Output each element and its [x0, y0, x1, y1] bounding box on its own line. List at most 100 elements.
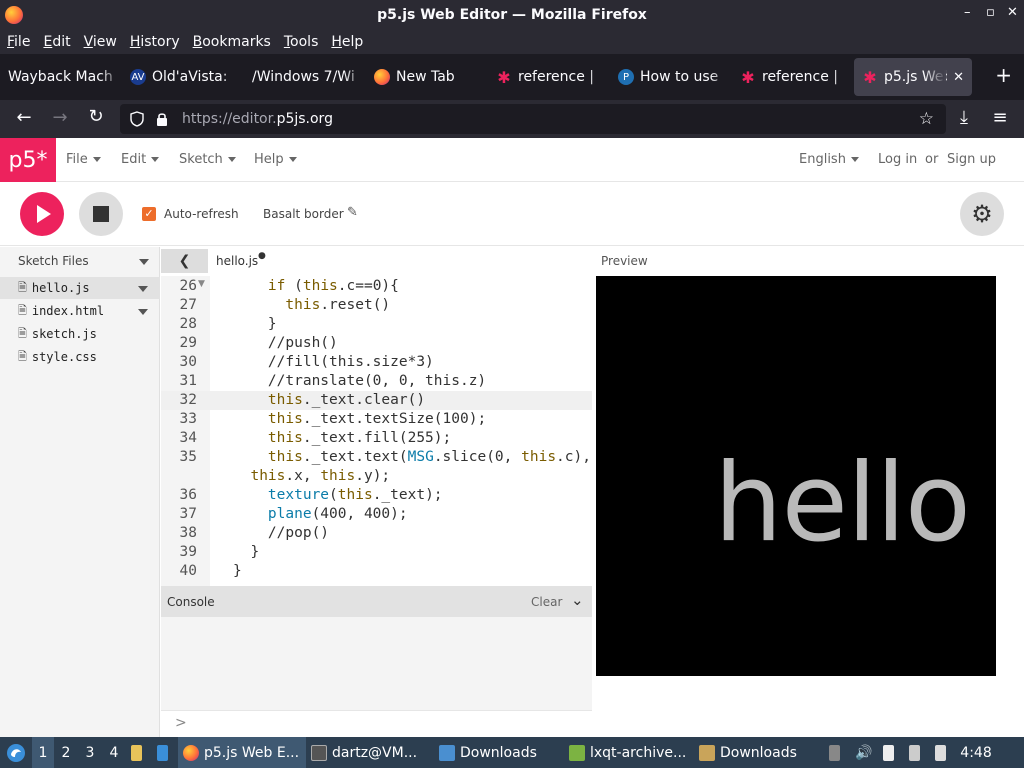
- menu-view[interactable]: View: [84, 34, 117, 50]
- code-line[interactable]: this.x, this.y);: [161, 467, 592, 486]
- stop-button[interactable]: [79, 192, 123, 236]
- code-line[interactable]: 35 this._text.text(MSG.slice(0, this.c),: [161, 448, 592, 467]
- p5-logo[interactable]: p5*: [0, 138, 56, 182]
- folder-icon: [699, 744, 715, 761]
- file-options-caret-icon[interactable]: [138, 309, 148, 315]
- taskbar-firefox[interactable]: p5.js Web E...: [178, 737, 306, 768]
- code-line[interactable]: 31 //translate(0, 0, this.z): [161, 372, 592, 391]
- p5-menu-help[interactable]: Help: [254, 152, 297, 167]
- file-style-css[interactable]: 🗎 style.css: [0, 346, 160, 368]
- desktop-launcher-icon[interactable]: [152, 737, 178, 768]
- file-sketch-js[interactable]: 🗎 sketch.js: [0, 323, 160, 345]
- file-hello-js[interactable]: 🗎 hello.js: [0, 277, 160, 299]
- lock-icon[interactable]: [156, 112, 168, 127]
- code-text: }: [233, 563, 242, 579]
- language-dropdown[interactable]: English: [799, 152, 859, 167]
- reload-icon[interactable]: ↻: [78, 106, 114, 127]
- tab-reference-1[interactable]: ✱ reference |: [488, 58, 610, 96]
- code-line[interactable]: 26 if (this.c==0){: [161, 277, 592, 296]
- forward-arrow-icon[interactable]: →: [42, 107, 78, 128]
- code-editor[interactable]: ▼ 26 if (this.c==0){27 this.reset() 28 } 2…: [161, 276, 592, 586]
- play-button[interactable]: [20, 192, 64, 236]
- sidebar-menu-caret-icon[interactable]: [139, 259, 149, 265]
- back-arrow-icon[interactable]: ←: [6, 107, 42, 128]
- settings-button[interactable]: ⚙: [960, 192, 1004, 236]
- file-options-caret-icon[interactable]: [138, 286, 148, 292]
- taskbar-downloads-2[interactable]: Downloads: [694, 737, 824, 768]
- code-line[interactable]: 29 //push(): [161, 334, 592, 353]
- code-text: this._text.fill(255);: [267, 430, 452, 446]
- console-clear-button[interactable]: Clear: [531, 595, 562, 609]
- tab-wayback[interactable]: Wayback Mach: [0, 58, 122, 96]
- close-window-button[interactable]: ✕: [1007, 5, 1018, 20]
- code-line[interactable]: 33 this._text.textSize(100);: [161, 410, 592, 429]
- tray-app-icon[interactable]: [824, 737, 850, 768]
- p5-menu-edit[interactable]: Edit: [121, 152, 160, 167]
- unsaved-dot-icon: ●: [258, 251, 266, 261]
- volume-icon[interactable]: 🔊: [850, 737, 878, 768]
- chevron-down-icon: [850, 157, 859, 162]
- tab-oldavista[interactable]: AV Old'aVista:: [122, 58, 244, 96]
- tab-p5js-web-editor[interactable]: ✱ p5.js Web ✕: [854, 58, 972, 96]
- p5-menu-file[interactable]: File: [66, 152, 101, 167]
- login-link[interactable]: Log in: [878, 152, 917, 167]
- network-icon[interactable]: [904, 737, 930, 768]
- url-bar[interactable]: https://editor.p5js.org ☆: [120, 104, 946, 134]
- signup-link[interactable]: Sign up: [947, 152, 996, 167]
- workspace-2[interactable]: 2: [54, 737, 78, 768]
- downloads-icon[interactable]: ⤓: [946, 107, 982, 128]
- code-line[interactable]: 32 this._text.clear(): [161, 391, 592, 410]
- p5-menu-sketch[interactable]: Sketch: [179, 152, 236, 167]
- code-line[interactable]: 36 texture(this._text);: [161, 486, 592, 505]
- file-manager-launcher-icon[interactable]: [126, 737, 152, 768]
- shield-icon[interactable]: [130, 111, 144, 127]
- hamburger-menu-icon[interactable]: ≡: [982, 107, 1018, 128]
- start-menu-icon[interactable]: [0, 737, 32, 768]
- pencil-icon[interactable]: ✎: [347, 205, 358, 220]
- file-icon: 🗎: [18, 349, 27, 363]
- sketch-name[interactable]: Basalt border: [263, 207, 344, 221]
- code-line[interactable]: 38 //pop(): [161, 524, 592, 543]
- code-line[interactable]: 37 plane(400, 400);: [161, 505, 592, 524]
- new-tab-icon[interactable]: +: [995, 63, 1012, 87]
- collapse-sidebar-button[interactable]: ❮: [161, 249, 208, 273]
- menu-help[interactable]: Help: [331, 34, 363, 50]
- auto-refresh-checkbox[interactable]: ✓: [142, 207, 156, 221]
- console-collapse-icon[interactable]: ⌄: [571, 591, 584, 609]
- bookmark-star-icon[interactable]: ☆: [919, 109, 934, 129]
- folder-icon: [439, 744, 455, 761]
- line-number: 26: [179, 278, 197, 294]
- workspace-1[interactable]: 1: [32, 737, 54, 768]
- workspace-4[interactable]: 4: [102, 737, 126, 768]
- preview-canvas[interactable]: hello: [596, 276, 996, 676]
- keyboard-icon[interactable]: [930, 737, 956, 768]
- menu-edit[interactable]: Edit: [43, 34, 70, 50]
- file-index-html[interactable]: 🗎 index.html: [0, 300, 160, 322]
- clipboard-icon[interactable]: [878, 737, 904, 768]
- tab-reference-2[interactable]: ✱ reference |: [732, 58, 854, 96]
- taskbar-archive[interactable]: lxqt-archive...: [564, 737, 694, 768]
- code-line[interactable]: 34 this._text.fill(255);: [161, 429, 592, 448]
- code-line[interactable]: 39 }: [161, 543, 592, 562]
- menu-bookmarks[interactable]: Bookmarks: [193, 34, 271, 50]
- console-input[interactable]: >: [161, 710, 592, 737]
- code-line[interactable]: 30 //fill(this.size*3): [161, 353, 592, 372]
- taskbar-terminal[interactable]: dartz@VM...: [306, 737, 434, 768]
- tab-new-tab[interactable]: New Tab: [366, 58, 488, 96]
- menu-history[interactable]: History: [130, 34, 180, 50]
- code-line[interactable]: 28 }: [161, 315, 592, 334]
- menu-file[interactable]: File: [7, 34, 30, 50]
- code-line[interactable]: 40}: [161, 562, 592, 581]
- tab-how-to-use[interactable]: P How to use: [610, 58, 732, 96]
- editor-header: ❮ hello.js ●: [161, 247, 592, 276]
- code-line[interactable]: 27 this.reset(): [161, 296, 592, 315]
- minimize-button[interactable]: –: [964, 5, 971, 20]
- close-tab-icon[interactable]: ✕: [953, 70, 964, 85]
- workspace-3[interactable]: 3: [78, 737, 102, 768]
- browser-menubar: File Edit View History Bookmarks Tools H…: [0, 30, 1024, 54]
- menu-tools[interactable]: Tools: [284, 34, 319, 50]
- taskbar-downloads-1[interactable]: Downloads: [434, 737, 564, 768]
- tab-windows7[interactable]: /Windows 7/Wi: [244, 58, 366, 96]
- maximize-button[interactable]: ▫: [986, 5, 995, 20]
- code-text: //pop(): [233, 525, 330, 541]
